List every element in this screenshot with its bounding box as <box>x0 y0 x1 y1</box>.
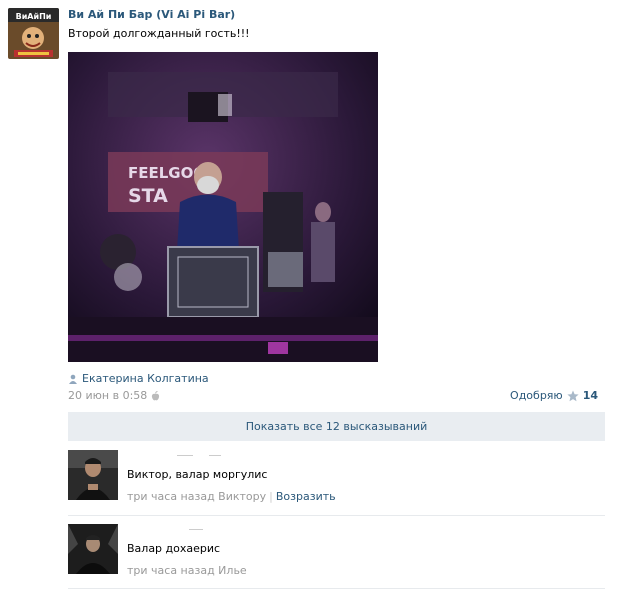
star-icon <box>567 390 579 401</box>
post-signer[interactable]: Екатерина Колгатина <box>68 372 209 385</box>
show-all-comments-button[interactable]: Показать все 12 высказываний <box>68 412 605 441</box>
comment-time[interactable]: три часа назад Илье <box>127 564 247 577</box>
commenter-name-obscured[interactable] <box>127 450 247 456</box>
comment-text: Валар дохаерис <box>127 542 221 555</box>
comment-text: Виктор, валар моргулис <box>127 468 268 481</box>
like-button[interactable]: Одобряю 14 <box>510 389 598 402</box>
banner-text-bottom: STA <box>128 185 168 207</box>
post-photo[interactable]: FEELGOO STA <box>68 52 378 362</box>
commenter-avatar[interactable] <box>68 450 118 500</box>
post-date[interactable]: 20 июн в 0:58 <box>68 389 160 402</box>
commenter-name-obscured[interactable] <box>127 524 247 530</box>
comment-divider <box>68 588 605 589</box>
apple-icon <box>152 390 160 400</box>
comment-divider <box>68 515 605 516</box>
avatar-logo-text: ВиАйПи <box>16 12 52 21</box>
post-text: Второй долгожданный гость!!! <box>68 27 250 40</box>
person-icon <box>69 374 77 384</box>
commenter-avatar[interactable] <box>68 524 118 574</box>
post-date-text[interactable]: 20 июн в 0:58 <box>68 389 147 402</box>
signer-name[interactable]: Екатерина Колгатина <box>82 372 209 385</box>
like-label[interactable]: Одобряю <box>510 389 563 402</box>
comment-meta: три часа назад Илье <box>127 564 247 577</box>
comment-time[interactable]: три часа назад Виктору <box>127 490 266 503</box>
reply-link[interactable]: Возразить <box>276 490 336 503</box>
comment-meta: три часа назад Виктору | Возразить <box>127 490 336 503</box>
post-author-link[interactable]: Ви Ай Пи Бар (Vi Ai Pi Bar) <box>68 8 235 21</box>
community-avatar[interactable]: ВиАйПи <box>8 8 59 59</box>
meta-separator: | <box>269 490 273 503</box>
like-count: 14 <box>582 389 598 402</box>
